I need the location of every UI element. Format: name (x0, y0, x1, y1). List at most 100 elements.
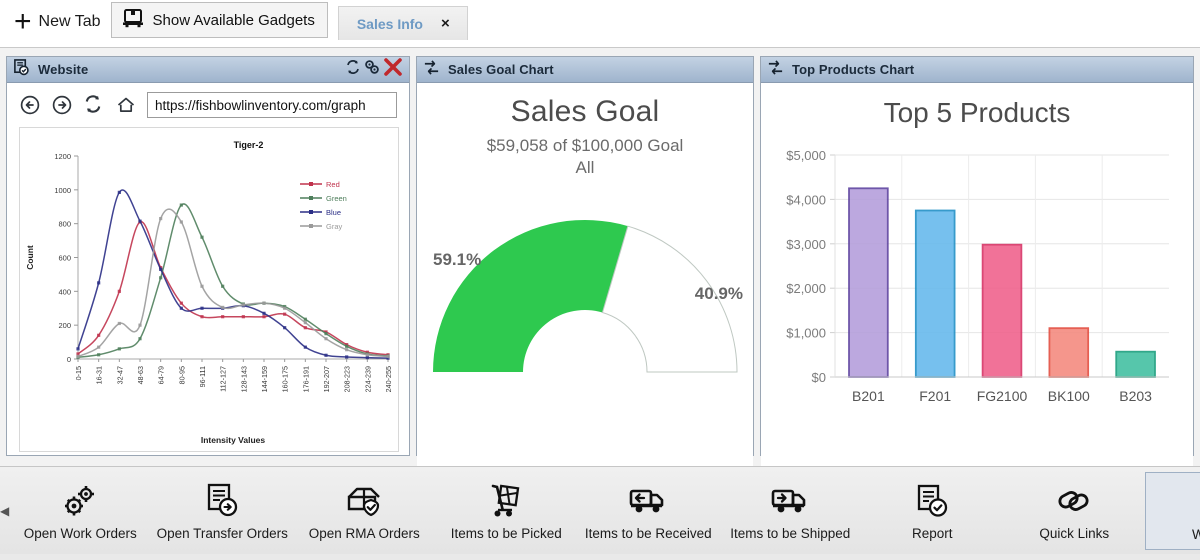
toolbar-item-label: Open Transfer Orders (156, 525, 288, 541)
plus-icon: + (14, 5, 32, 38)
toolbar-item-open-transfer-orders[interactable]: Open Transfer Orders (151, 472, 293, 550)
panel-website: Website https://fishbowlinventory.com/gr… (6, 56, 410, 456)
toolbar-item-label: Items to be Received (584, 525, 712, 541)
browser-toolbar: https://fishbowlinventory.com/graph (7, 83, 409, 124)
scroll-left-arrow[interactable]: ◀ (0, 504, 9, 518)
toolbar-item-items-to-be-picked[interactable]: Items to be Picked (435, 472, 577, 550)
svg-text:Intensity Values: Intensity Values (201, 435, 266, 445)
panel-website-title: Website (38, 62, 89, 77)
svg-text:$4,000: $4,000 (786, 192, 826, 207)
svg-text:F201: F201 (919, 388, 951, 404)
toolbar-item-items-to-be-received[interactable]: Items to be Received (577, 472, 719, 550)
tab-sales-info[interactable]: Sales Info × (337, 6, 468, 40)
svg-text:48-63: 48-63 (136, 366, 145, 384)
close-icon[interactable]: × (441, 16, 450, 31)
svg-text:$1,000: $1,000 (786, 326, 826, 341)
panel-top-products-body: Top 5 Products $0 $1,000 $2,000 $3,000 $4,00… (761, 97, 1193, 469)
svg-text:$0: $0 (812, 370, 826, 385)
toolbar-item-report[interactable]: Report (861, 472, 1003, 550)
document-arrow-icon (205, 481, 239, 521)
new-tab-button[interactable]: + New Tab (0, 0, 111, 44)
panel-top-products: Top Products Chart Top 5 Products $0 $1,0… (760, 56, 1194, 469)
toolbar-item-items-to-be-shipped[interactable]: Items to be Shipped (719, 472, 861, 550)
svg-text:B203: B203 (1119, 388, 1152, 404)
gauge-remaining-label: 40.9% (694, 284, 743, 303)
svg-text:400: 400 (58, 287, 71, 296)
sales-goal-subheading: $59,058 of $100,000 Goal (486, 136, 684, 155)
svg-text:1200: 1200 (54, 152, 71, 161)
toolbar-item-website[interactable]: Website (1145, 471, 1200, 550)
svg-text:Blue: Blue (326, 208, 341, 217)
forward-arrow-icon[interactable] (51, 94, 73, 116)
bar-chart-top-products: $0 $1,000 $2,000 $3,000 $4,000 $5,000 B201 F201… (769, 143, 1185, 423)
svg-text:Count: Count (25, 245, 35, 270)
back-arrow-icon[interactable] (19, 94, 41, 116)
svg-text:96-111: 96-111 (198, 366, 207, 387)
svg-text:0: 0 (67, 355, 71, 364)
svg-text:240-255: 240-255 (384, 366, 393, 392)
url-input[interactable]: https://fishbowlinventory.com/graph (147, 92, 397, 118)
toolbar-item-open-rma-orders[interactable]: Open RMA Orders (293, 472, 435, 550)
bottom-toolbar: ◀ Open Work Orders Open Transfer Orders Op… (0, 466, 1200, 554)
svg-text:0-15: 0-15 (74, 366, 83, 380)
toolbar-item-label: Items to be Shipped (730, 525, 851, 541)
line-chart-tiger2: 0 200 400 600 800 1000 1200 Count Tiger-2 0-15 16-… (19, 127, 399, 452)
panel-website-tools (345, 57, 403, 82)
open-box-check-icon (345, 481, 383, 521)
website-document-icon (13, 58, 30, 81)
svg-text:112-127: 112-127 (219, 366, 228, 392)
svg-text:160-175: 160-175 (281, 366, 290, 392)
chart-swap-icon (423, 59, 440, 81)
sales-goal-heading: Sales Goal (510, 95, 660, 128)
panel-website-body: https://fishbowlinventory.com/graph 0 200… (7, 83, 409, 455)
sales-goal-scope: All (575, 158, 595, 177)
refresh-icon[interactable] (345, 59, 361, 80)
top-products-heading: Top 5 Products (883, 97, 1071, 128)
toolbar-item-label: Open Work Orders (23, 525, 137, 541)
svg-text:FG2100: FG2100 (977, 388, 1028, 404)
new-tab-label: New Tab (38, 13, 101, 30)
svg-text:$3,000: $3,000 (786, 237, 826, 252)
svg-text:16-31: 16-31 (95, 366, 104, 384)
gears-icon (60, 481, 100, 521)
svg-text:128-143: 128-143 (239, 366, 248, 392)
reload-icon[interactable] (83, 94, 105, 116)
svg-text:200: 200 (58, 321, 71, 330)
tab-sales-info-label: Sales Info (356, 15, 423, 32)
hand-truck-icon (488, 481, 524, 521)
report-icon (916, 481, 948, 521)
svg-text:176-191: 176-191 (301, 366, 310, 392)
show-available-gadgets-button[interactable]: Show Available Gadgets (110, 2, 328, 38)
svg-text:600: 600 (58, 254, 71, 263)
bar-chart-svg: $0 $1,000 $2,000 $3,000 $4,000 $5,000 B201 F201… (786, 148, 1169, 404)
panel-website-header: Website (7, 57, 409, 83)
tab-bar: + New Tab Show Available Gadgets Sales I… (0, 0, 1200, 48)
toolbar-item-label: Quick Links (1039, 525, 1110, 541)
toolbar-item-quick-links[interactable]: Quick Links (1003, 472, 1145, 550)
svg-text:Red: Red (326, 180, 340, 189)
svg-text:32-47: 32-47 (115, 366, 124, 384)
toolbar-item-open-work-orders[interactable]: Open Work Orders (9, 472, 151, 550)
sales-goal-gauge: 59.1% 40.9% (417, 192, 753, 407)
svg-text:Gray: Gray (326, 222, 343, 231)
link-settings-icon[interactable] (364, 59, 380, 80)
dashboard-root: + New Tab Show Available Gadgets Sales I… (0, 0, 1200, 560)
svg-text:224-239: 224-239 (363, 366, 372, 392)
close-icon[interactable] (383, 57, 403, 82)
line-chart-svg: 0 200 400 600 800 1000 1200 Count Tiger-2 0-15 16-… (25, 140, 393, 445)
svg-text:1000: 1000 (54, 186, 71, 195)
svg-text:$2,000: $2,000 (786, 281, 826, 296)
svg-text:BK100: BK100 (1048, 388, 1090, 404)
svg-text:B201: B201 (852, 388, 885, 404)
home-icon[interactable] (115, 94, 137, 116)
svg-text:Tiger-2: Tiger-2 (234, 140, 264, 150)
svg-text:144-159: 144-159 (260, 366, 269, 392)
panel-top-products-title: Top Products Chart (792, 62, 915, 77)
panel-sales-goal-header: Sales Goal Chart (417, 57, 753, 83)
toolbar-item-label: Items to be Picked (450, 525, 562, 541)
panel-row: Website https://fishbowlinventory.com/gr… (0, 50, 1200, 469)
truck-out-icon (770, 481, 810, 521)
toolbar-item-label: Report (911, 525, 953, 541)
footer-strip (0, 554, 1200, 560)
svg-text:192-207: 192-207 (322, 366, 331, 392)
